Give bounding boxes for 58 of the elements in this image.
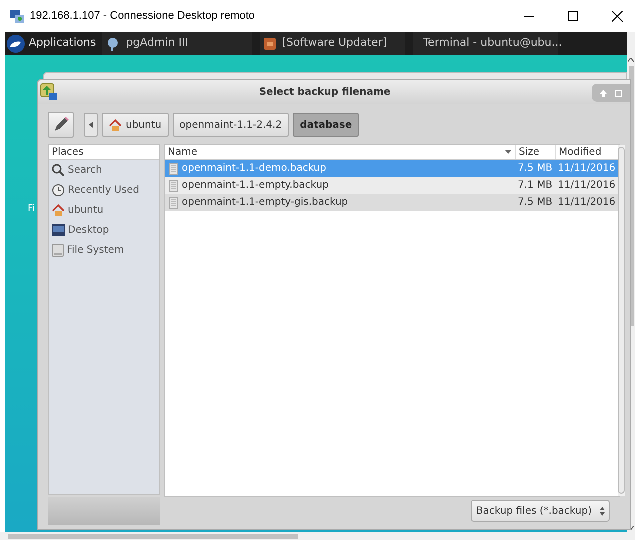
edit-location-button[interactable] [48, 112, 74, 138]
home-icon [52, 204, 65, 216]
file-name: openmaint-1.1-empty-gis.backup [182, 196, 348, 210]
applications-menu[interactable]: Applications [5, 32, 102, 55]
backup-app-icon [40, 83, 58, 101]
maximize-icon [615, 90, 622, 96]
path-button[interactable]: openmaint-1.1-2.4.2 [172, 113, 290, 137]
path-back-button[interactable] [84, 113, 98, 137]
file-modified: 11/11/2016 [557, 196, 617, 210]
file-modified: 11/11/2016 [557, 162, 617, 176]
package-icon [264, 38, 276, 50]
taskbar-task[interactable]: [Software Updater] [260, 32, 406, 55]
file-size: 7.1 MB [517, 179, 554, 193]
desktop-icon-label: Fi [28, 203, 36, 216]
caret-left-icon [89, 122, 93, 128]
search-icon [52, 164, 65, 176]
close-icon [612, 10, 622, 22]
file-icon [169, 180, 178, 192]
sort-caret-icon [505, 150, 512, 154]
file-modified: 11/11/2016 [557, 179, 617, 193]
places-header: Places [49, 145, 159, 160]
places-item[interactable]: Search [49, 160, 159, 180]
file-name: openmaint-1.1-empty.backup [182, 179, 329, 193]
file-row[interactable]: openmaint-1.1-empty-gis.backup 7.5 MB 11/11/2016 [165, 194, 618, 211]
horizontal-scrollbar[interactable] [0, 532, 635, 540]
places-item[interactable]: Recently Used [49, 180, 159, 200]
clock-icon [52, 184, 65, 196]
file-size: 7.5 MB [517, 162, 554, 176]
file-type-select[interactable]: Backup files (*.backup) [471, 500, 610, 522]
file-row[interactable]: openmaint-1.1-empty.backup 7.1 MB 11/11/2016 [165, 177, 618, 194]
home-icon [109, 118, 122, 132]
path-button[interactable]: ubuntu [102, 113, 169, 137]
path-button[interactable]: database [293, 113, 360, 137]
dialog-title: Select backup filename [258, 86, 392, 100]
file-size: 7.5 MB [517, 196, 554, 210]
vertical-scrollbar[interactable] [618, 145, 625, 496]
scroll-down-icon [628, 526, 634, 530]
places-item[interactable]: Desktop [49, 220, 159, 240]
places-item[interactable]: ubuntu [49, 200, 159, 220]
drive-icon [52, 244, 64, 256]
remote-desktop-icon [10, 10, 24, 22]
pencil-icon [52, 116, 70, 134]
monitor-icon [52, 224, 65, 236]
scroll-up-icon [628, 58, 634, 62]
arrow-up-icon [600, 90, 607, 96]
file-icon [169, 196, 178, 208]
taskbar-task[interactable]: pgAdmin III [102, 32, 252, 55]
mouse-logo-icon [7, 34, 25, 52]
file-name: openmaint-1.1-demo.backup [182, 162, 326, 176]
column-header[interactable]: Name [165, 145, 516, 159]
maximize-icon [568, 11, 578, 21]
window-title: 192.168.1.107 - Connessione Desktop remoto [30, 8, 256, 24]
spinner-arrows-icon [600, 506, 605, 516]
taskbar-task[interactable]: Terminal - ubuntu@ubu... [413, 32, 558, 55]
column-header[interactable]: Modified [556, 145, 618, 159]
file-icon [169, 162, 178, 174]
places-item[interactable]: File System [49, 240, 159, 260]
column-header[interactable]: Size [516, 145, 556, 159]
